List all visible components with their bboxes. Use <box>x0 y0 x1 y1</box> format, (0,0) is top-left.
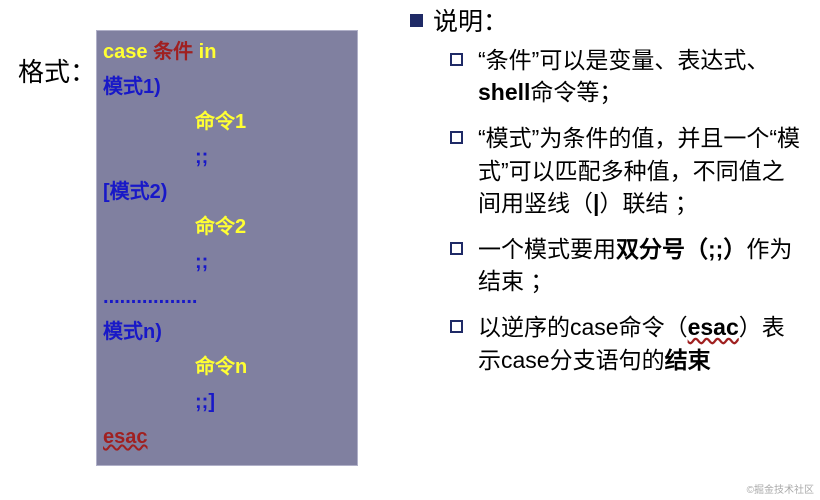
ellipsis: ................. <box>103 280 351 315</box>
list-item: “条件”可以是变量、表达式、 shell命令等； <box>450 44 800 108</box>
sep-2-text: ;; <box>103 245 208 280</box>
sep-1: ;; <box>103 140 351 175</box>
sep-2: ;; <box>103 245 351 280</box>
code-line-1: case 条件 in <box>103 35 351 70</box>
kw-in: in <box>199 41 217 63</box>
bullet-filled-icon <box>410 14 423 27</box>
section-heading-text: 说明： <box>433 2 508 38</box>
section-heading: 说明： <box>410 2 800 38</box>
kw-case: case <box>103 41 148 63</box>
item-text-pre: “条件”可以是变量、表达式、 <box>478 47 769 73</box>
bullet-list: “条件”可以是变量、表达式、 shell命令等； “模式”为条件的值，并且一个“模… <box>410 44 800 376</box>
slide-root: 格式： case 条件 in 模式1) 命令1 ;; [模式2) 命令2 ;; … <box>0 0 820 500</box>
item-text-bold: shell <box>478 79 530 105</box>
kw-esac: esac <box>103 426 148 448</box>
format-label: 格式： <box>18 52 96 89</box>
list-item: “模式”为条件的值，并且一个“模式”可以匹配多种值，不同值之间用竖线（|）联结 … <box>450 122 800 219</box>
kw-condition: 条件 <box>148 41 199 63</box>
item-text-post: ）联结 ； <box>599 190 697 216</box>
cmd-1-text: 命令1 <box>103 105 246 140</box>
item-text-pre: 以逆序的case命令（ <box>478 314 688 340</box>
watermark: ©掘金技术社区 <box>747 481 814 496</box>
cmd-1: 命令1 <box>103 105 351 140</box>
bullet-hollow-icon <box>450 320 463 333</box>
sep-n-text: ;;] <box>103 385 215 420</box>
item-text-pre: 一个模式要用 <box>478 236 616 262</box>
list-item: 一个模式要用双分号（;;）作为结束 ； <box>450 233 800 297</box>
item-text-bold2: 结束 <box>665 347 711 373</box>
list-item: 以逆序的case命令（esac）表示case分支语句的结束 <box>450 311 800 375</box>
left-column: 格式： case 条件 in 模式1) 命令1 ;; [模式2) 命令2 ;; … <box>0 0 400 500</box>
esac-line: esac <box>103 420 351 455</box>
pattern-1: 模式1) <box>103 70 351 105</box>
bullet-hollow-icon <box>450 131 463 144</box>
cmd-2: 命令2 <box>103 210 351 245</box>
item-text-bold: 双分号（;;） <box>616 236 746 262</box>
code-box: case 条件 in 模式1) 命令1 ;; [模式2) 命令2 ;; ....… <box>96 30 358 466</box>
item-text-post: 命令等； <box>530 79 622 105</box>
item-text-bold-esac: esac <box>688 314 739 340</box>
bullet-hollow-icon <box>450 53 463 66</box>
pattern-2: [模式2) <box>103 175 351 210</box>
cmd-n: 命令n <box>103 350 351 385</box>
cmd-2-text: 命令2 <box>103 210 246 245</box>
bullet-hollow-icon <box>450 242 463 255</box>
sep-1-text: ;; <box>103 140 208 175</box>
right-column: 说明： “条件”可以是变量、表达式、 shell命令等； “模式”为条件的值，并且… <box>400 0 820 500</box>
cmd-n-text: 命令n <box>103 350 247 385</box>
sep-n: ;;] <box>103 385 351 420</box>
pattern-n: 模式n) <box>103 315 351 350</box>
